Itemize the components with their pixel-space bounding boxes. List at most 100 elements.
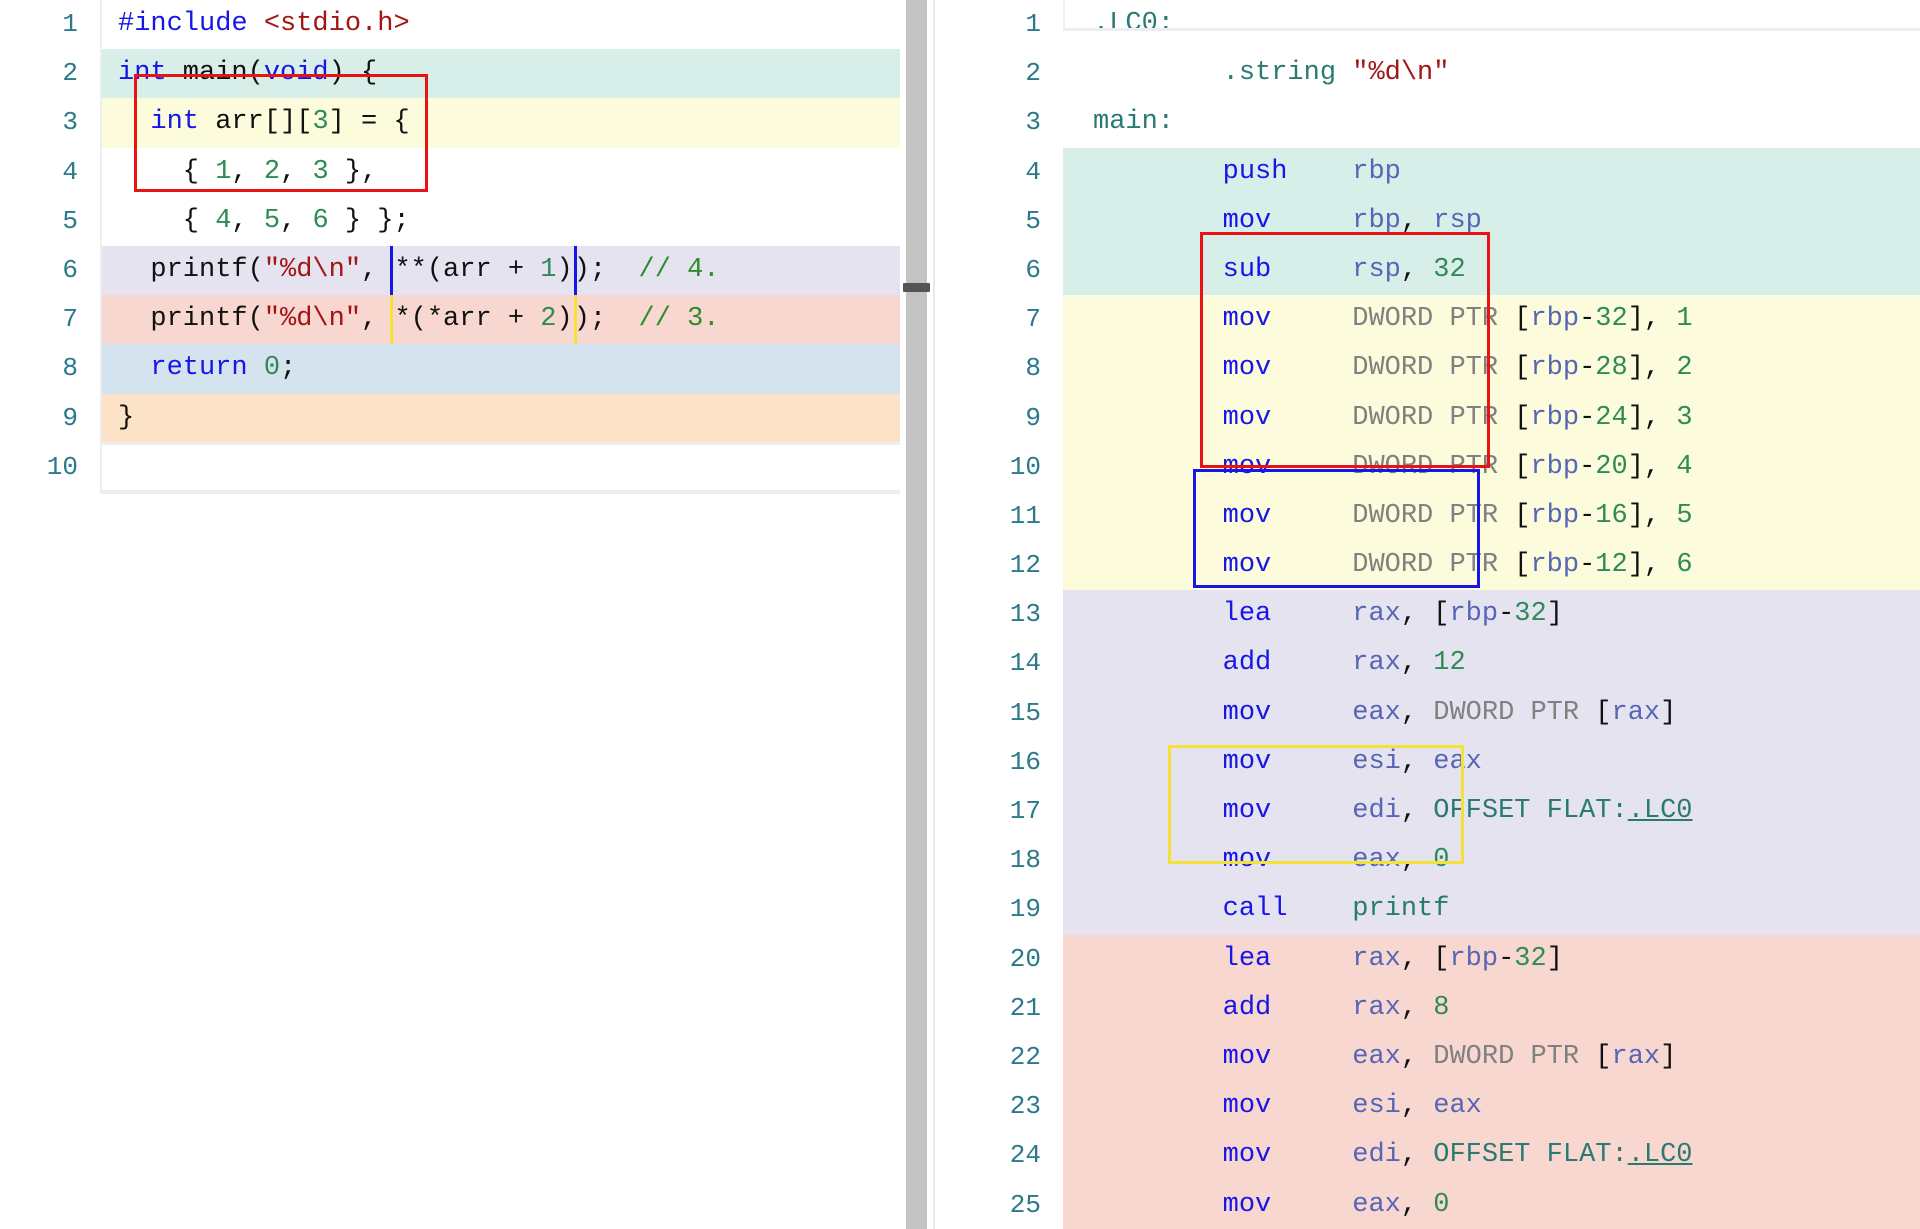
source-line[interactable]: 9} (0, 393, 900, 443)
asm-line[interactable]: 7 mov DWORD PTR [rbp-32], 1 (951, 295, 1920, 345)
asm-line-code[interactable]: add rax, 8 (1063, 983, 1920, 1033)
c-source-code-area[interactable]: 1 #include <stdio.h> 2 int main(void) {3 in… (0, 0, 900, 1229)
asm-line[interactable]: 11 mov DWORD PTR [rbp-16], 5 (951, 491, 1920, 542)
asm-line-code[interactable]: mov DWORD PTR [rbp-32], 1 (1063, 295, 1920, 345)
asm-line-number: 1 (951, 0, 1063, 50)
asm-line-code[interactable]: mov eax, DWORD PTR [rax] (1063, 688, 1920, 738)
source-line[interactable]: 6 printf("%d\n", **(arr + 1)); // 4. (0, 245, 900, 296)
asm-line[interactable]: 2 .string "%d\n" (951, 49, 1920, 99)
asm-line[interactable]: 22 mov eax, DWORD PTR [rax] (951, 1032, 1920, 1083)
asm-line[interactable]: 19 call printf (951, 885, 1920, 935)
asm-line[interactable]: 14 add rax, 12 (951, 639, 1920, 689)
asm-line-code[interactable]: .LC0: (1063, 0, 1920, 49)
source-line-text: #include <stdio.h> (118, 9, 410, 39)
anno-yellow-source-deref-2: *(*arr + 2) (393, 295, 573, 344)
asm-line-code[interactable]: mov DWORD PTR [rbp-28], 2 (1063, 344, 1920, 394)
source-line-code[interactable]: int main(void) { (100, 49, 900, 99)
asm-line-code[interactable]: .string "%d\n" (1063, 49, 1920, 98)
source-line[interactable]: 10 (0, 442, 900, 492)
asm-line-code[interactable]: mov rbp, rsp (1063, 196, 1920, 246)
asm-line[interactable]: 23 mov esi, eax (951, 1082, 1920, 1132)
asm-line-number: 2 (951, 49, 1063, 99)
asm-line-code[interactable]: add rax, 12 (1063, 639, 1920, 689)
assembly-output-pane[interactable]: 1 .LC0: 2 .string "%d\n" 3 main: 4 push rbp 5 … (951, 0, 1920, 1229)
source-line[interactable]: 3 int arr[][3] = { (0, 98, 900, 148)
splitter-drag-handle[interactable] (903, 283, 930, 292)
source-line[interactable]: 1 #include <stdio.h> (0, 0, 900, 50)
asm-line[interactable]: 10 mov DWORD PTR [rbp-20], 4 (951, 442, 1920, 492)
source-line-code[interactable]: } (100, 393, 900, 443)
asm-line[interactable]: 6 sub rsp, 32 (951, 245, 1920, 296)
asm-line-text: mov esi, eax (1222, 746, 1482, 777)
asm-line-code[interactable]: push rbp (1063, 147, 1920, 197)
asm-line-code[interactable]: lea rax, [rbp-32] (1063, 934, 1920, 984)
asm-line[interactable]: 21 add rax, 8 (951, 983, 1920, 1033)
source-line[interactable]: 7 printf("%d\n", *(*arr + 2)); // 3. (0, 295, 900, 345)
asm-line-code[interactable]: mov edi, OFFSET FLAT:.LC0 (1063, 787, 1920, 837)
asm-line[interactable]: 24 mov edi, OFFSET FLAT:.LC0 (951, 1131, 1920, 1181)
source-line[interactable]: 2 int main(void) { (0, 49, 900, 99)
compiler-explorer-window: 1 #include <stdio.h> 2 int main(void) {3 in… (0, 0, 1920, 1229)
asm-line[interactable]: 9 mov DWORD PTR [rbp-24], 3 (951, 393, 1920, 443)
asm-line-text: lea rax, [rbp-32] (1222, 943, 1563, 974)
asm-line[interactable]: 16 mov esi, eax (951, 737, 1920, 788)
asm-line-code[interactable]: mov esi, eax (1063, 1082, 1920, 1132)
asm-line[interactable]: 3 main: (951, 98, 1920, 148)
asm-line[interactable]: 25 mov eax, 0 (951, 1180, 1920, 1229)
source-line-code[interactable]: return 0; (100, 344, 900, 394)
asm-line-code[interactable]: mov DWORD PTR [rbp-12], 6 (1063, 541, 1920, 591)
source-line-code[interactable]: { 1, 2, 3 }, (100, 148, 900, 197)
asm-line-text: push rbp (1222, 156, 1401, 187)
asm-line-number: 7 (951, 295, 1063, 345)
c-source-editor-pane[interactable]: 1 #include <stdio.h> 2 int main(void) {3 in… (0, 0, 900, 1229)
asm-line-number: 15 (951, 688, 1063, 738)
assembly-code-area[interactable]: 1 .LC0: 2 .string "%d\n" 3 main: 4 push rbp 5 … (951, 0, 1920, 1229)
source-line-code[interactable]: #include <stdio.h> (100, 0, 900, 49)
lc0-link[interactable]: .LC0 (1628, 796, 1693, 826)
source-line[interactable]: 4 { 1, 2, 3 }, (0, 147, 900, 197)
source-line[interactable]: 5 { 4, 5, 6 } }; (0, 196, 900, 246)
asm-line-number: 11 (951, 491, 1063, 542)
source-line-code[interactable]: printf("%d\n", *(*arr + 2)); // 3. (100, 295, 900, 345)
asm-line[interactable]: 17 mov edi, OFFSET FLAT:.LC0 (951, 787, 1920, 837)
asm-line-code[interactable]: mov edi, OFFSET FLAT:.LC0 (1063, 1131, 1920, 1181)
asm-line-code[interactable]: mov eax, 0 (1063, 836, 1920, 886)
asm-line-code[interactable]: mov DWORD PTR [rbp-24], 3 (1063, 393, 1920, 443)
asm-line-code[interactable]: main: (1063, 98, 1920, 147)
asm-line-text: mov DWORD PTR [rbp-32], 1 (1222, 304, 1693, 335)
vertical-splitter[interactable] (900, 0, 951, 1229)
source-line-code[interactable]: { 4, 5, 6 } }; (100, 197, 900, 246)
asm-line[interactable]: 8 mov DWORD PTR [rbp-28], 2 (951, 344, 1920, 394)
asm-line-number: 23 (951, 1082, 1063, 1132)
asm-line[interactable]: 4 push rbp (951, 147, 1920, 197)
asm-line-code[interactable]: mov esi, eax (1063, 737, 1920, 788)
source-line-code[interactable]: printf("%d\n", **(arr + 1)); // 4. (100, 245, 900, 296)
asm-line[interactable]: 15 mov eax, DWORD PTR [rax] (951, 688, 1920, 738)
asm-line[interactable]: 20 lea rax, [rbp-32] (951, 934, 1920, 984)
asm-line-code[interactable]: call printf (1063, 885, 1920, 935)
source-line-number: 8 (0, 344, 100, 394)
source-line-text: { 1, 2, 3 }, (118, 156, 378, 187)
asm-line-text: mov DWORD PTR [rbp-12], 6 (1222, 550, 1693, 581)
asm-line-number: 20 (951, 934, 1063, 984)
source-scrollbar-thumb[interactable] (906, 0, 927, 1229)
asm-line-code[interactable]: sub rsp, 32 (1063, 245, 1920, 296)
asm-line-code[interactable]: lea rax, [rbp-32] (1063, 590, 1920, 640)
asm-line-code[interactable]: mov eax, 0 (1063, 1180, 1920, 1229)
asm-line[interactable]: 5 mov rbp, rsp (951, 196, 1920, 246)
source-line-number: 10 (0, 442, 100, 492)
asm-line-code[interactable]: mov DWORD PTR [rbp-20], 4 (1063, 442, 1920, 492)
source-line[interactable]: 8 return 0; (0, 344, 900, 394)
lc0-link[interactable]: .LC0 (1628, 1140, 1693, 1170)
asm-line-text: mov DWORD PTR [rbp-16], 5 (1222, 500, 1693, 531)
asm-line-code[interactable]: mov DWORD PTR [rbp-16], 5 (1063, 491, 1920, 542)
asm-line-number: 24 (951, 1131, 1063, 1181)
asm-line-number: 6 (951, 245, 1063, 296)
source-line-code[interactable]: int arr[][3] = { (100, 98, 900, 148)
asm-line[interactable]: 13 lea rax, [rbp-32] (951, 590, 1920, 640)
asm-line-code[interactable]: mov eax, DWORD PTR [rax] (1063, 1032, 1920, 1083)
asm-line[interactable]: 1 .LC0: (951, 0, 1920, 50)
asm-line[interactable]: 12 mov DWORD PTR [rbp-12], 6 (951, 541, 1920, 591)
asm-line-number: 13 (951, 590, 1063, 640)
asm-line[interactable]: 18 mov eax, 0 (951, 836, 1920, 886)
